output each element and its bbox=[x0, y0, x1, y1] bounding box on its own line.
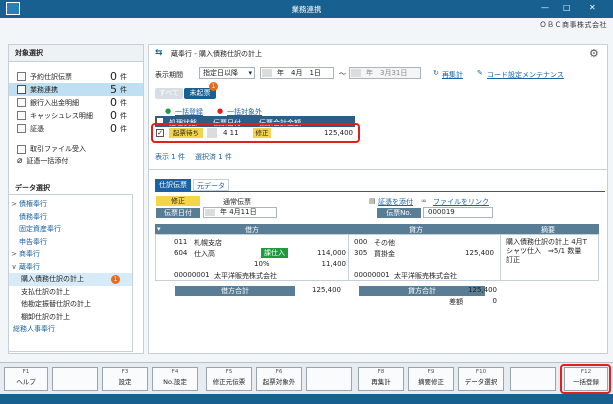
wrench-icon: ✎ bbox=[477, 69, 483, 77]
range-tilde: ～ bbox=[339, 70, 346, 78]
window-title: 業務連携 bbox=[291, 5, 322, 14]
f2-button[interactable] bbox=[52, 367, 98, 391]
selected-count: 選択済 1 件 bbox=[195, 153, 232, 161]
tree-item[interactable]: > 商奉行 bbox=[9, 248, 132, 261]
card-icon bbox=[17, 111, 26, 120]
count-badge: 1 bbox=[111, 275, 120, 284]
check-circle-icon: ● bbox=[165, 107, 172, 115]
recalc-icon: ↻ bbox=[433, 69, 439, 77]
slip-date-label: 伝票日付 bbox=[156, 208, 200, 218]
tree-item-selected[interactable]: 購入債務仕訳の計上 1 bbox=[9, 273, 132, 286]
count-row-evidence[interactable]: 証憑 0 件 bbox=[9, 122, 143, 135]
tax-badge: 課仕入 bbox=[261, 248, 288, 258]
page-title: 蔵奉行 ‐ 購入債務仕訳の計上 bbox=[171, 50, 262, 58]
link-icon: ⇆ bbox=[155, 48, 163, 58]
tree-item[interactable]: > 債権奉行 bbox=[9, 198, 132, 211]
count-row-business-link[interactable]: 業務連携 5 件 bbox=[9, 83, 143, 96]
f10-data-select-button[interactable]: F10 データ選択 bbox=[458, 367, 504, 391]
title-bar: 業務連携 — □ ✕ bbox=[0, 0, 613, 18]
minimize-button[interactable]: — bbox=[541, 3, 549, 12]
status-bar bbox=[0, 394, 613, 404]
tree-item[interactable]: 総務人事奉行 bbox=[9, 323, 132, 336]
data-tree: > 債権奉行 債務奉行 固定資産奉行 申告奉行 > 商奉行 ∨ 蔵奉行 購入債務仕訳の… bbox=[8, 194, 133, 352]
tab-source-data[interactable]: 元データ bbox=[193, 179, 229, 191]
bank-icon bbox=[17, 98, 26, 107]
evidence-icon bbox=[17, 124, 26, 133]
bulk-attach-action[interactable]: ⌀ 証憑一括添付 bbox=[9, 155, 143, 167]
collapse-icon[interactable]: ▾ bbox=[157, 225, 161, 233]
fix-badge: 修正 bbox=[156, 196, 200, 206]
count-badge: 1 bbox=[209, 82, 218, 91]
slip-no-input[interactable]: 000019 bbox=[423, 207, 493, 218]
f4-no-settings-button[interactable]: F4 No.設定 bbox=[152, 367, 198, 391]
tree-item[interactable]: 固定資産奉行 bbox=[9, 223, 132, 236]
tree-item[interactable]: ∨ 蔵奉行 bbox=[9, 261, 132, 274]
memo-text: 購入債務仕訳の計上 4月Tシャツ仕入 ⇒5/1 数量訂正 bbox=[506, 238, 587, 264]
chain-icon: ∞ bbox=[421, 197, 427, 205]
diff-value: 0 bbox=[492, 297, 497, 305]
reserve-slip-icon bbox=[17, 72, 26, 81]
attach-link[interactable]: 証憑を添付 bbox=[378, 197, 413, 207]
tab-journal-slip[interactable]: 仕訳伝票 bbox=[155, 179, 191, 191]
highlight-box bbox=[151, 123, 360, 143]
link-icon bbox=[17, 85, 26, 94]
period-select[interactable]: 指定日以降 ▾ bbox=[199, 67, 255, 79]
highlight-box bbox=[560, 364, 611, 394]
f11-button[interactable] bbox=[510, 367, 556, 391]
entry-header: ▾ 借方 貸方 摘要 bbox=[155, 224, 599, 234]
tree-item[interactable]: 棚卸仕訳の計上 bbox=[9, 311, 132, 324]
f1-help-button[interactable]: F1 ヘルプ bbox=[4, 367, 48, 391]
close-button[interactable]: ✕ bbox=[589, 3, 596, 12]
f7-button[interactable] bbox=[306, 367, 352, 391]
maximize-button[interactable]: □ bbox=[563, 3, 571, 12]
company-name: ＯＢＣ商事株式会社 bbox=[539, 21, 607, 29]
credit-total: 125,400 bbox=[468, 286, 497, 294]
document-icon bbox=[17, 144, 26, 154]
file-link[interactable]: ファイルをリンク bbox=[433, 197, 489, 207]
filter-all-tab[interactable]: すべて bbox=[155, 88, 183, 99]
display-count: 表示 1 件 bbox=[155, 153, 185, 161]
target-section-header: 対象選択 bbox=[9, 45, 143, 62]
tree-item[interactable]: 支払仕訳の計上 bbox=[9, 286, 132, 299]
import-file-action[interactable]: 取引ファイル受入 bbox=[9, 143, 143, 155]
debit-total-label: 借方合計 bbox=[175, 286, 295, 296]
slip-type: 通常伝票 bbox=[223, 198, 251, 206]
tree-item[interactable]: 債務奉行 bbox=[9, 211, 132, 224]
count-row-cashless[interactable]: キャッシュレス明細 0 件 bbox=[9, 109, 143, 122]
slip-no-label: 伝票No. bbox=[377, 208, 421, 218]
f8-recalc-button[interactable]: F8 再集計 bbox=[358, 367, 404, 391]
chevron-down-icon: ▾ bbox=[248, 69, 252, 77]
f5-original-slip-button[interactable]: F5 修正元伝票 bbox=[206, 367, 252, 391]
tree-item[interactable]: 他勘定振替仕訳の計上 bbox=[9, 298, 132, 311]
function-key-bar: F1 ヘルプ F3 設定 F4 No.設定 F5 修正元伝票 F6 起票対象外 F8 再集計… bbox=[0, 362, 613, 394]
f3-settings-button[interactable]: F3 設定 bbox=[102, 367, 148, 391]
debit-total: 125,400 bbox=[312, 286, 341, 294]
main-panel: ⇆ 蔵奉行 ‐ 購入債務仕訳の計上 ⚙ 表示期間 指定日以降 ▾ 年 4月 1日 … bbox=[148, 44, 608, 354]
f6-exclude-button[interactable]: F6 起票対象外 bbox=[256, 367, 302, 391]
code-setting-link[interactable]: コード設定メンテナンス bbox=[487, 70, 564, 80]
tree-item[interactable]: 申告奉行 bbox=[9, 236, 132, 249]
count-row-reserved[interactable]: 予約仕訳伝票 0 件 bbox=[9, 70, 143, 83]
gear-icon[interactable]: ⚙ bbox=[589, 47, 599, 60]
minus-circle-icon: ● bbox=[217, 107, 224, 115]
paperclip-icon: ⌀ bbox=[17, 156, 23, 166]
entry-row[interactable]: 011 札幌支店 604 仕入高 課仕入 114,000 10% 11,400 … bbox=[155, 234, 599, 281]
attach-icon: ▤ bbox=[369, 197, 376, 205]
recalc-link[interactable]: 再集計 bbox=[442, 70, 463, 80]
f9-memo-fix-button[interactable]: F9 摘要修正 bbox=[408, 367, 454, 391]
period-label: 表示期間 bbox=[155, 71, 183, 79]
count-row-bank[interactable]: 銀行入出金明細 0 件 bbox=[9, 96, 143, 109]
